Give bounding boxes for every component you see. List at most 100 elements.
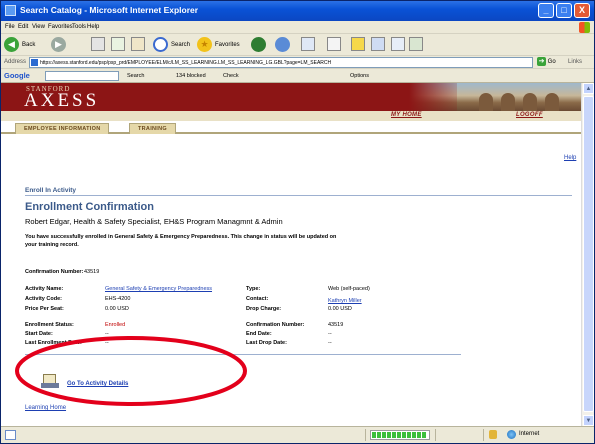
- confirmation-number-value: 43519: [84, 269, 100, 275]
- highlight-ellipse: [15, 336, 247, 406]
- google-toolbar: Google Search 134 blocked Check Options: [1, 69, 594, 83]
- refresh-icon: [111, 37, 125, 51]
- back-arrow-icon: ◀: [4, 37, 19, 52]
- menu-tools[interactable]: Tools: [72, 24, 86, 30]
- campus-photo: [409, 83, 581, 111]
- minimize-button[interactable]: _: [538, 3, 554, 18]
- menu-file[interactable]: File: [5, 24, 15, 30]
- edit-button[interactable]: [351, 37, 365, 53]
- progress-bar: [370, 430, 430, 440]
- security-zone: Internet: [519, 431, 540, 437]
- menu-edit[interactable]: Edit: [18, 24, 28, 30]
- scroll-thumb[interactable]: [583, 96, 594, 412]
- forward-arrow-icon: ▶: [51, 37, 66, 52]
- google-options-button[interactable]: Options: [350, 73, 369, 79]
- mail-icon: [301, 37, 315, 51]
- links-button[interactable]: Links: [568, 59, 582, 65]
- search-button[interactable]: Search: [153, 37, 190, 53]
- my-home-link[interactable]: MY HOME: [391, 112, 422, 118]
- divider: [25, 195, 572, 196]
- google-search-input[interactable]: [45, 71, 119, 81]
- drop-charge-value: 0.00 USD: [328, 306, 352, 312]
- help-link[interactable]: Help: [564, 155, 576, 161]
- favorites-button[interactable]: ★ Favorites: [197, 37, 240, 53]
- ie-icon: [5, 5, 16, 16]
- page-icon: [31, 59, 38, 66]
- go-button[interactable]: ➔ Go: [537, 57, 559, 68]
- logoff-link[interactable]: LOGOFF: [516, 112, 543, 118]
- contact-link[interactable]: Kathryn Miller: [328, 298, 362, 304]
- confirmation-number-label: Confirmation Number:: [25, 269, 84, 275]
- end-date-value: --: [328, 331, 332, 337]
- activity-code-label: Activity Code:: [25, 296, 62, 302]
- status-bar: Internet: [1, 426, 594, 443]
- mail-button[interactable]: [301, 37, 315, 53]
- scroll-down-icon[interactable]: ▼: [583, 415, 594, 426]
- refresh-button[interactable]: [111, 37, 125, 53]
- address-bar: Address https://axess.stanford.edu/psp/p…: [1, 56, 594, 69]
- back-button[interactable]: ◀ Back: [4, 37, 35, 53]
- research-icon: [409, 37, 423, 51]
- security-lock-icon: [489, 430, 497, 439]
- favorites-star-icon: ★: [197, 37, 212, 52]
- end-date-label: End Date:: [246, 331, 272, 337]
- research-button[interactable]: [409, 37, 423, 53]
- last-drop-date-value: --: [328, 340, 332, 346]
- home-icon: [131, 37, 145, 51]
- edit-icon: [351, 37, 365, 51]
- google-logo[interactable]: Google: [4, 71, 30, 80]
- type-value: Web (self-paced): [328, 286, 370, 292]
- page-status-icon: [5, 430, 16, 440]
- tab-bar: EMPLOYEE INFORMATION TRAINING: [1, 121, 581, 134]
- google-search-button[interactable]: Search: [127, 73, 144, 79]
- address-input[interactable]: https://axess.stanford.edu/psp/psp_prd/E…: [29, 57, 533, 68]
- banner-axess: AXESS: [24, 90, 100, 111]
- stop-icon: [91, 37, 105, 51]
- menu-favorites[interactable]: Favorites: [48, 24, 73, 30]
- window-title: Search Catalog - Microsoft Internet Expl…: [20, 5, 199, 15]
- scroll-up-icon[interactable]: ▲: [583, 83, 594, 94]
- discuss-button[interactable]: [371, 37, 385, 53]
- menu-view[interactable]: View: [32, 24, 45, 30]
- messenger-icon: [391, 37, 405, 51]
- price-value: 0.00 USD: [105, 306, 129, 312]
- address-label: Address: [4, 59, 27, 65]
- drop-charge-label: Drop Charge:: [246, 306, 282, 312]
- tab-training[interactable]: TRAINING: [129, 123, 176, 134]
- activity-name-label: Activity Name:: [25, 286, 64, 292]
- history-icon: [275, 37, 290, 52]
- windows-logo-icon: [579, 22, 590, 33]
- maximize-button[interactable]: □: [556, 3, 572, 18]
- discuss-icon: [371, 37, 385, 51]
- popup-blocked-count[interactable]: 134 blocked: [176, 73, 206, 79]
- history-button[interactable]: [275, 37, 290, 53]
- browser-window: Search Catalog - Microsoft Internet Expl…: [0, 0, 595, 444]
- tab-employee-information[interactable]: EMPLOYEE INFORMATION: [15, 123, 110, 134]
- vertical-scrollbar[interactable]: ▲ ▼: [581, 83, 594, 426]
- price-label: Price Per Seat:: [25, 306, 64, 312]
- page-title: Enrollment Confirmation: [25, 201, 154, 213]
- type-label: Type:: [246, 286, 261, 292]
- last-drop-date-label: Last Drop Date:: [246, 340, 287, 346]
- stanford-axess-banner: STANFORD AXESS: [1, 83, 581, 111]
- media-button[interactable]: [251, 37, 266, 53]
- page-viewport: STANFORD AXESS MY HOME LOGOFF EMPLOYEE I…: [1, 83, 594, 426]
- menu-bar: File Edit View Favorites Tools Help: [1, 21, 594, 34]
- stop-button[interactable]: [91, 37, 105, 53]
- enrollment-message: You have successfully enrolled in Genera…: [25, 234, 337, 248]
- internet-zone-icon: [507, 430, 516, 439]
- menu-help[interactable]: Help: [87, 24, 99, 30]
- forward-button[interactable]: ▶: [51, 37, 66, 53]
- close-button[interactable]: X: [574, 3, 590, 18]
- spell-check-button[interactable]: Check: [223, 73, 239, 79]
- contact-label: Contact:: [246, 296, 269, 302]
- search-icon: [153, 37, 168, 52]
- print-button[interactable]: [327, 37, 341, 53]
- address-url: https://axess.stanford.edu/psp/psp_prd/E…: [40, 60, 332, 66]
- go-arrow-icon: ➔: [537, 57, 546, 66]
- home-button[interactable]: [131, 37, 145, 53]
- activity-code-value: EHS-4200: [105, 296, 131, 302]
- toolbar: ◀ Back ▶ Search ★ Favorites: [1, 34, 594, 56]
- activity-name-link[interactable]: General Safety & Emergency Preparedness: [105, 286, 212, 292]
- messenger-button[interactable]: [391, 37, 405, 53]
